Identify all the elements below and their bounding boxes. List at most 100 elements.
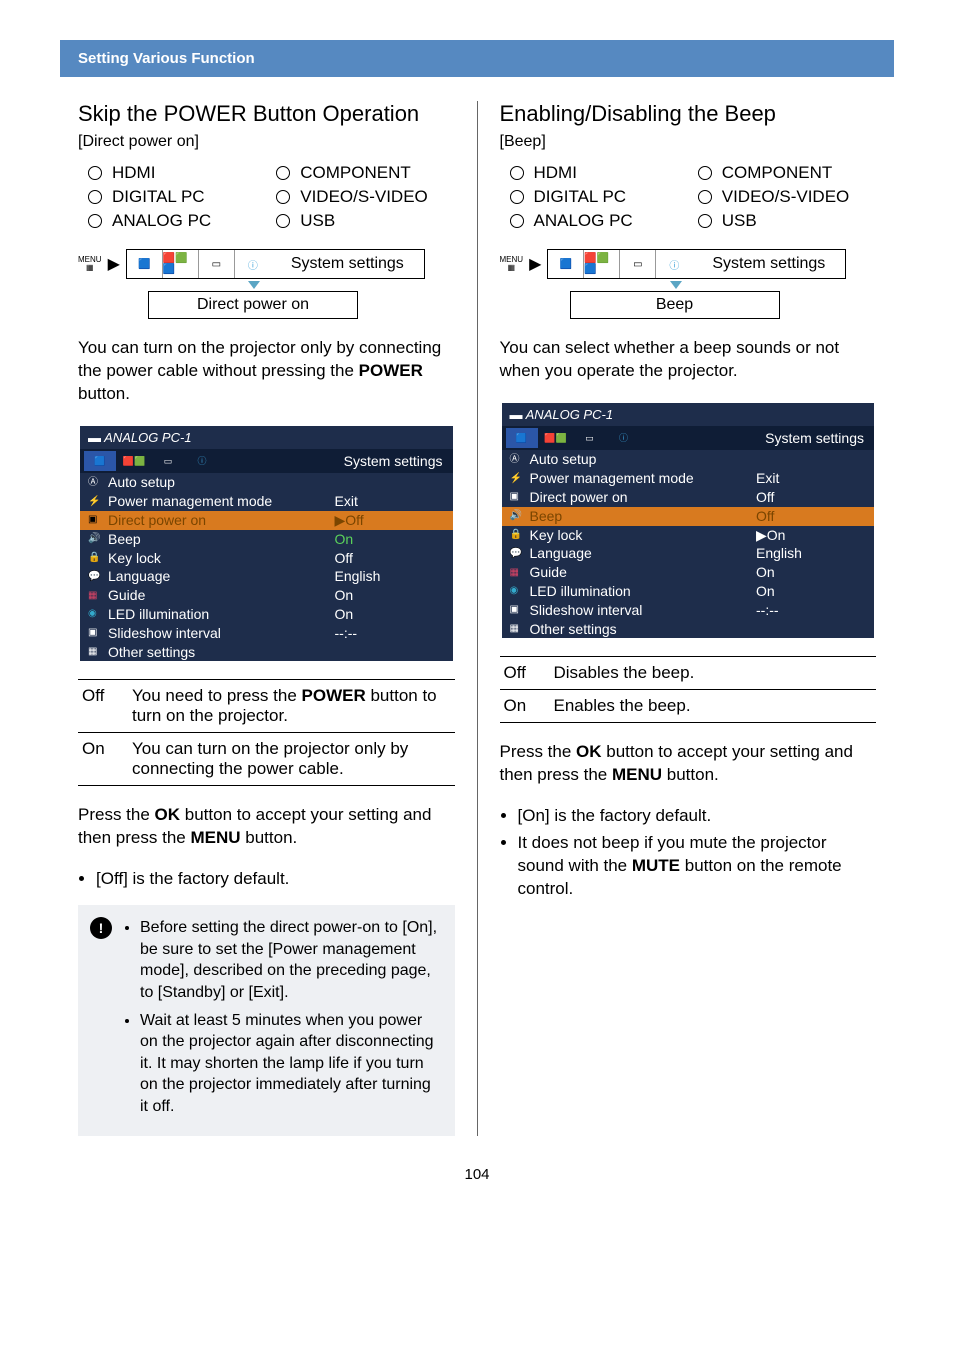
input-analog-pc: ANALOG PC bbox=[88, 211, 266, 231]
power-icon: ⚡ bbox=[510, 473, 526, 485]
note-item: Before setting the direct power-on to [O… bbox=[140, 917, 443, 1003]
beep-icon: 🔊 bbox=[88, 533, 104, 545]
radio-icon bbox=[698, 190, 712, 204]
right-para1: You can select whether a beep sounds or … bbox=[500, 337, 877, 383]
tab-blue-icon: 🟦 bbox=[548, 250, 584, 278]
menu-breadcrumb-left: MENU▦ ▶ 🟦 🟥🟩🟦 ▭ ⓘ System settings bbox=[78, 249, 455, 279]
tab-system-label: System settings bbox=[271, 255, 424, 273]
tab-colors-icon: 🟥🟩🟦 bbox=[584, 250, 620, 278]
osd-tab-icon: ▭ bbox=[152, 451, 184, 471]
osd-screenshot-right: ▬ ANALOG PC-1 🟦 🟥🟩 ▭ ⓘ System settings Ⓐ… bbox=[500, 401, 877, 641]
column-separator bbox=[477, 101, 478, 1136]
note-box: ! Before setting the direct power-on to … bbox=[78, 905, 455, 1135]
osd-system-label: System settings bbox=[344, 453, 449, 470]
osd-source: ▬ ANALOG PC-1 bbox=[502, 403, 875, 427]
osd-row: ◉LED illuminationOn bbox=[80, 605, 453, 624]
osd-row: ▣Slideshow interval--:-- bbox=[80, 624, 453, 643]
radio-icon bbox=[88, 166, 102, 180]
option-desc: You can turn on the projector only by co… bbox=[128, 733, 455, 786]
osd-row: 🔒Key lock▶On bbox=[502, 526, 875, 545]
osd-row-selected: 🔊BeepOff bbox=[502, 507, 875, 526]
left-subtitle: [Direct power on] bbox=[78, 133, 455, 151]
input-usb: USB bbox=[698, 211, 876, 231]
osd-source: ▬ ANALOG PC-1 bbox=[80, 426, 453, 450]
menu-icon: MENU▦ bbox=[500, 256, 524, 272]
osd-tab-icon: 🟦 bbox=[506, 428, 538, 448]
left-press-para: Press the OK button to accept your setti… bbox=[78, 804, 455, 850]
lock-icon: 🔒 bbox=[88, 552, 104, 564]
page-number: 104 bbox=[60, 1166, 894, 1183]
language-icon: 💬 bbox=[510, 548, 526, 560]
osd-row: 💬LanguageEnglish bbox=[80, 567, 453, 586]
chevron-down-icon bbox=[670, 281, 682, 289]
input-hdmi: HDMI bbox=[510, 163, 688, 183]
option-row-on: On You can turn on the projector only by… bbox=[78, 733, 455, 786]
input-label: DIGITAL PC bbox=[112, 187, 205, 207]
menu-tabs-box: 🟦 🟥🟩🟦 ▭ ⓘ System settings bbox=[547, 249, 846, 279]
input-label: VIDEO/S-VIDEO bbox=[300, 187, 428, 207]
option-desc: You need to press the POWER button to tu… bbox=[128, 680, 455, 733]
other-icon: ▦ bbox=[88, 646, 104, 658]
osd-row: ▣Slideshow interval--:-- bbox=[502, 601, 875, 620]
auto-icon: Ⓐ bbox=[510, 454, 526, 466]
radio-icon bbox=[698, 166, 712, 180]
input-label: USB bbox=[722, 211, 757, 231]
submenu-box-left: Direct power on bbox=[148, 291, 358, 319]
guide-icon: ▦ bbox=[510, 567, 526, 579]
osd-row: ⒶAuto setup bbox=[502, 450, 875, 469]
input-label: USB bbox=[300, 211, 335, 231]
tab-blue-icon: 🟦 bbox=[127, 250, 163, 278]
menu-icon: MENU▦ bbox=[78, 256, 102, 272]
osd-tab-icon: 🟦 bbox=[84, 451, 116, 471]
osd-row: 🔊BeepOn bbox=[80, 530, 453, 549]
input-hdmi: HDMI bbox=[88, 163, 266, 183]
auto-icon: Ⓐ bbox=[88, 477, 104, 489]
chevron-right-icon: ▶ bbox=[108, 254, 120, 274]
right-title: Enabling/Disabling the Beep bbox=[500, 101, 877, 127]
osd-tab-icon: 🟥🟩 bbox=[118, 451, 150, 471]
tab-system-label: System settings bbox=[692, 255, 845, 273]
slideshow-icon: ▣ bbox=[88, 627, 104, 639]
osd-row: ⚡Power management modeExit bbox=[80, 492, 453, 511]
radio-icon bbox=[698, 214, 712, 228]
option-desc: Disables the beep. bbox=[550, 657, 877, 690]
left-para1: You can turn on the projector only by co… bbox=[78, 337, 455, 406]
input-component: COMPONENT bbox=[276, 163, 454, 183]
osd-row: ⒶAuto setup bbox=[80, 473, 453, 492]
osd-row: ◉LED illuminationOn bbox=[502, 582, 875, 601]
osd-row: ⚡Power management modeExit bbox=[502, 469, 875, 488]
note-item: Wait at least 5 minutes when you power o… bbox=[140, 1010, 443, 1118]
input-list-left: HDMI COMPONENT DIGITAL PC VIDEO/S-VIDEO … bbox=[88, 163, 455, 231]
osd-row: ▣Direct power onOff bbox=[502, 488, 875, 507]
option-key: On bbox=[78, 733, 128, 786]
left-column: Skip the POWER Button Operation [Direct … bbox=[60, 101, 473, 1136]
right-press-para: Press the OK button to accept your setti… bbox=[500, 741, 877, 787]
osd-tab-icon: ▭ bbox=[574, 428, 606, 448]
input-component: COMPONENT bbox=[698, 163, 876, 183]
radio-icon bbox=[510, 214, 524, 228]
radio-icon bbox=[88, 214, 102, 228]
led-icon: ◉ bbox=[510, 585, 526, 597]
tab-info-icon: ⓘ bbox=[235, 250, 271, 278]
section-header: Setting Various Function bbox=[60, 40, 894, 77]
radio-icon bbox=[276, 190, 290, 204]
input-usb: USB bbox=[276, 211, 454, 231]
menu-tabs-box: 🟦 🟥🟩🟦 ▭ ⓘ System settings bbox=[126, 249, 425, 279]
osd-row: 🔒Key lockOff bbox=[80, 549, 453, 568]
option-key: Off bbox=[78, 680, 128, 733]
osd-row: ▦GuideOn bbox=[80, 586, 453, 605]
guide-icon: ▦ bbox=[88, 590, 104, 602]
bullet-item: [Off] is the factory default. bbox=[96, 868, 455, 891]
input-label: VIDEO/S-VIDEO bbox=[722, 187, 850, 207]
osd-row-selected: ▣Direct power on▶Off bbox=[80, 511, 453, 530]
input-label: ANALOG PC bbox=[534, 211, 633, 231]
radio-icon bbox=[510, 190, 524, 204]
option-desc: Enables the beep. bbox=[550, 690, 877, 723]
option-key: Off bbox=[500, 657, 550, 690]
osd-tab-row: 🟦 🟥🟩 ▭ ⓘ System settings bbox=[502, 426, 875, 450]
menu-breadcrumb-right: MENU▦ ▶ 🟦 🟥🟩🟦 ▭ ⓘ System settings bbox=[500, 249, 877, 279]
osd-row: ▦GuideOn bbox=[502, 563, 875, 582]
led-icon: ◉ bbox=[88, 608, 104, 620]
radio-icon bbox=[276, 166, 290, 180]
input-digital-pc: DIGITAL PC bbox=[510, 187, 688, 207]
